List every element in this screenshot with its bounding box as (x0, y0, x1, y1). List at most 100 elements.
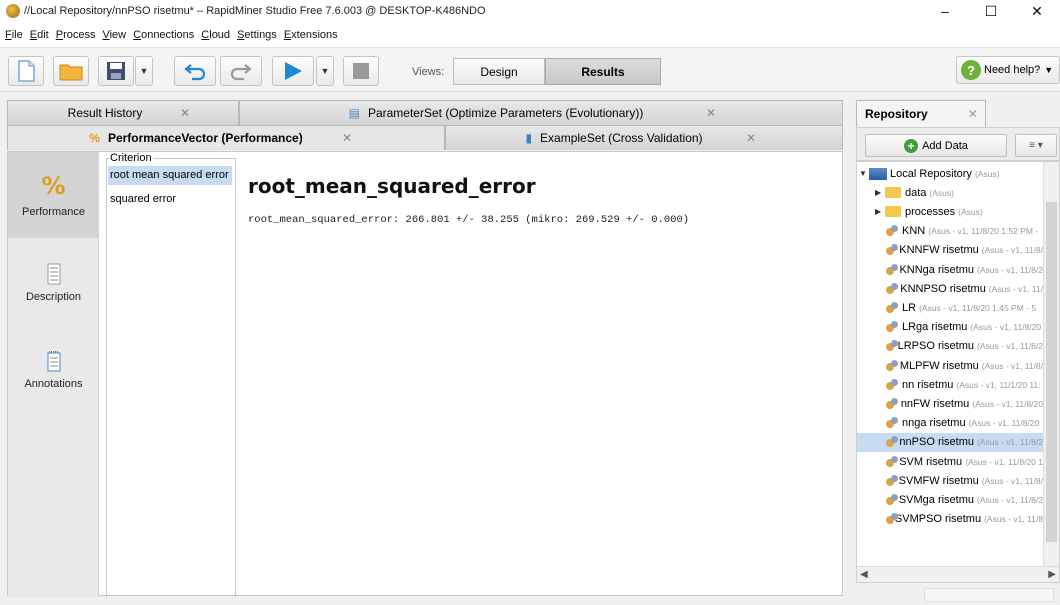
tree-item[interactable]: KNNga risetmu (Asus - v1, 11/8/2 (857, 260, 1043, 279)
stop-process-button[interactable] (343, 56, 379, 86)
process-icon (885, 378, 899, 392)
tree-item-meta: (Asus - v1, 11/8/20 (968, 418, 1040, 429)
nav-label: Annotations (24, 378, 83, 390)
results-panel: Result History ✕ ▤ ParameterSet (Optimiz… (7, 100, 843, 597)
tree-item[interactable]: LRga risetmu (Asus - v1, 11/8/20 (857, 318, 1043, 337)
close-window-button[interactable]: ✕ (1014, 0, 1060, 22)
scroll-right-icon[interactable]: ▶ (1048, 569, 1056, 580)
save-button[interactable] (98, 56, 134, 86)
new-process-button[interactable] (8, 56, 44, 86)
maximize-button[interactable]: ☐ (968, 0, 1014, 22)
menu-view[interactable]: View (102, 29, 126, 41)
minimize-button[interactable]: – (922, 0, 968, 22)
criterion-item-root-mean-squared-error[interactable]: root mean squared error (108, 166, 232, 185)
tree-item[interactable]: SVMFW risetmu (Asus - v1, 11/8/ (857, 471, 1043, 490)
need-help-button[interactable]: ? Need help? ▼ (956, 56, 1060, 84)
menu-edit[interactable]: Edit (30, 29, 49, 41)
criterion-item-squared-error[interactable]: squared error (108, 190, 232, 209)
menu-process[interactable]: Process (56, 29, 96, 41)
folder-icon (59, 64, 83, 81)
tree-item-meta: (Asus - v1, 11/8/2 (977, 264, 1043, 275)
tree-item-meta: (Asus - v1, 11/8/ (981, 245, 1043, 256)
tree-item[interactable]: SVM risetmu (Asus - v1, 11/8/20 1 (857, 452, 1043, 471)
tree-item[interactable]: KNNFW risetmu (Asus - v1, 11/8/ (857, 241, 1043, 260)
tree-item-meta: (Asus - v1, 11/8/20 1 (965, 456, 1043, 467)
tree-item-meta: (Asus - v1, 11/8/2 (977, 494, 1043, 505)
tab-example-set[interactable]: ▮ ExampleSet (Cross Validation) ✕ (445, 125, 843, 150)
process-icon (885, 474, 898, 488)
tree-item-meta: (Asus - v1, 11/8/20 (972, 398, 1043, 409)
redo-icon (230, 64, 252, 81)
repository-menu-button[interactable]: ≡ ▾ (1015, 134, 1057, 157)
tree-item[interactable]: SVMPSO risetmu (Asus - v1, 11/8 (857, 510, 1043, 529)
add-data-button[interactable]: + Add Data (865, 134, 1007, 157)
tree-item[interactable]: nnFW risetmu (Asus - v1, 11/8/20 (857, 394, 1043, 413)
design-view-button[interactable]: Design (453, 58, 545, 85)
tree-item[interactable]: LRPSO risetmu (Asus - v1, 11/8/2 (857, 337, 1043, 356)
redo-button[interactable] (220, 56, 262, 86)
menu-settings[interactable]: Settings (237, 29, 277, 41)
tab-parameter-set[interactable]: ▤ ParameterSet (Optimize Parameters (Evo… (239, 100, 843, 125)
collapsed-caret-icon[interactable]: ▶ (875, 207, 885, 216)
process-icon (885, 243, 899, 257)
tree-item-label: LR (902, 301, 917, 314)
close-icon[interactable]: ✕ (706, 106, 716, 120)
tree-item[interactable]: ▶ data (Asus) (857, 183, 1043, 202)
nav-performance[interactable]: % Performance (8, 152, 99, 238)
collapsed-caret-icon[interactable]: ▶ (875, 188, 885, 197)
tab-performance-vector[interactable]: % PerformanceVector (Performance) ✕ (7, 125, 445, 150)
nav-description[interactable]: Description (8, 240, 99, 326)
tree-item[interactable]: nnPSO risetmu (Asus - v1, 11/8/2 (857, 432, 1043, 452)
status-bar (924, 588, 1054, 602)
tab-label: ParameterSet (Optimize Parameters (Evolu… (367, 106, 644, 120)
percent-icon: % (89, 131, 100, 145)
close-icon[interactable]: ✕ (180, 106, 190, 120)
tab-label: PerformanceVector (Performance) (107, 131, 303, 145)
tree-item[interactable]: ▶ processes (Asus) (857, 202, 1043, 221)
close-icon[interactable]: ✕ (746, 131, 756, 145)
undo-button[interactable] (174, 56, 216, 86)
process-icon (885, 493, 898, 507)
parameter-set-icon: ▤ (348, 106, 360, 120)
tree-item[interactable]: MLPFW risetmu (Asus - v1, 11/8/ (857, 356, 1043, 375)
tree-item-label: SVM risetmu (899, 455, 963, 468)
tree-item-meta: (Asus - v1, 11/8/ (981, 360, 1043, 371)
menu-file[interactable]: File (5, 29, 23, 41)
process-icon (885, 301, 899, 315)
tree-item[interactable]: LR (Asus - v1, 11/8/20 1:45 PM - 5 (857, 298, 1043, 317)
menu-cloud[interactable]: Cloud (201, 29, 230, 41)
close-icon[interactable]: ✕ (968, 107, 978, 121)
tree-item-label: MLPFW risetmu (899, 359, 979, 372)
nav-annotations[interactable]: Annotations (8, 327, 99, 413)
window-title: //Local Repository/nnPSO risetmu* – Rapi… (24, 5, 486, 17)
vertical-scrollbar[interactable] (1043, 162, 1059, 568)
process-icon (885, 320, 899, 334)
tree-item[interactable]: ▼ Local Repository (Asus) (857, 164, 1043, 183)
menu-extensions[interactable]: Extensions (284, 29, 338, 41)
tab-repository[interactable]: Repository ✕ (856, 100, 986, 127)
expanded-caret-icon[interactable]: ▼ (859, 169, 869, 178)
tree-item[interactable]: KNNPSO risetmu (Asus - v1, 11/ (857, 279, 1043, 298)
scroll-left-icon[interactable]: ◀ (860, 569, 868, 580)
open-process-button[interactable] (53, 56, 89, 86)
tree-item[interactable]: KNN (Asus - v1, 11/8/20 1:52 PM - (857, 222, 1043, 241)
tree-item[interactable]: SVMga risetmu (Asus - v1, 11/8/2 (857, 490, 1043, 509)
results-view-button[interactable]: Results (545, 58, 661, 85)
horizontal-scrollbar[interactable]: ◀ ▶ (857, 566, 1059, 582)
save-dropdown-button[interactable]: ▼ (135, 56, 153, 86)
run-dropdown-button[interactable]: ▼ (316, 56, 334, 86)
scrollbar-thumb[interactable] (1046, 202, 1057, 542)
result-tabs-row-2: % PerformanceVector (Performance) ✕ ▮ Ex… (7, 125, 843, 150)
process-icon (885, 455, 899, 469)
menu-connections[interactable]: Connections (133, 29, 194, 41)
run-process-button[interactable] (272, 56, 314, 86)
chevron-down-icon: ▼ (1044, 65, 1054, 75)
nav-label: Performance (22, 206, 85, 218)
tree-item-meta: (Asus - v1, 11/8/2 (977, 437, 1043, 448)
tab-result-history[interactable]: Result History ✕ (7, 100, 239, 125)
folder-icon (885, 187, 901, 199)
main-toolbar: ▼ ▼ Views: Design Results ? Need help? ▼ (0, 48, 1060, 92)
tree-item[interactable]: nn risetmu (Asus - v1, 11/1/20 11: (857, 375, 1043, 394)
close-icon[interactable]: ✕ (342, 131, 352, 145)
tree-item[interactable]: nnga risetmu (Asus - v1, 11/8/20 (857, 414, 1043, 433)
